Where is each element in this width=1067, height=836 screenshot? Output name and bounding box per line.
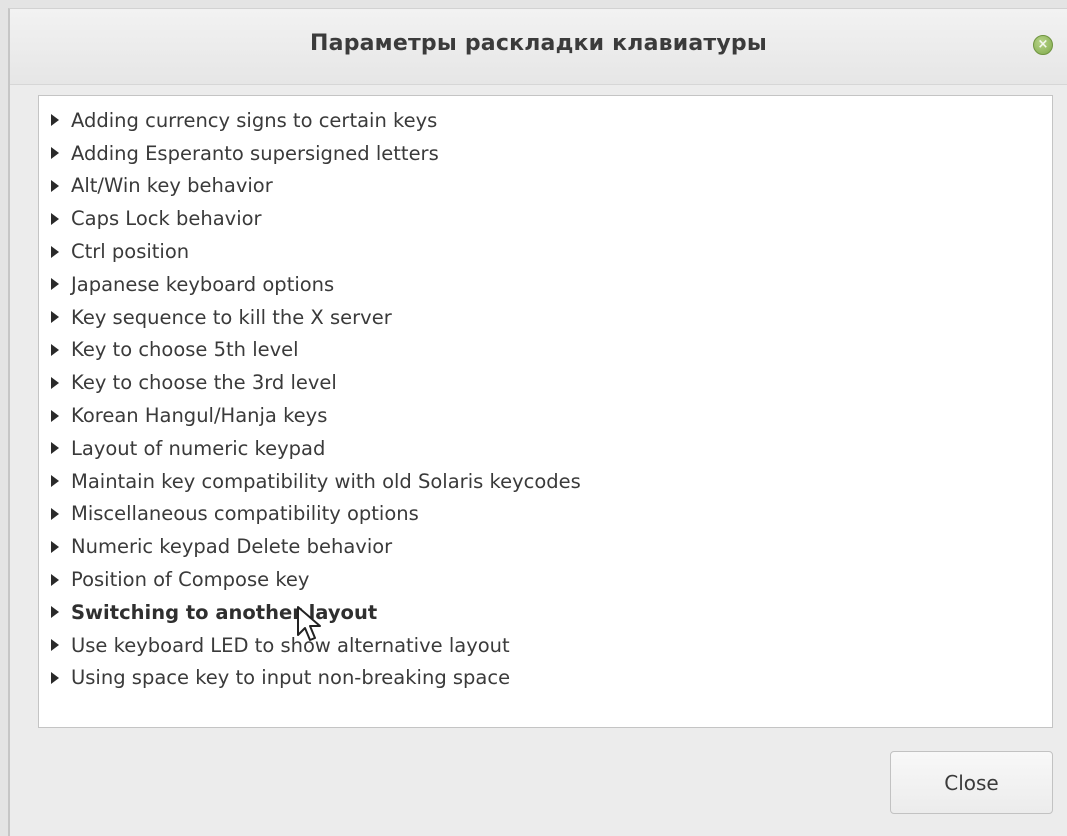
option-label: Japanese keyboard options [71, 272, 335, 296]
option-row[interactable]: Key to choose 5th level [39, 334, 1052, 367]
expander-icon[interactable] [51, 639, 59, 652]
option-label: Numeric keypad Delete behavior [71, 535, 393, 559]
expander-icon[interactable] [51, 212, 59, 225]
option-label: Switching to another layout [71, 600, 378, 624]
option-label: Using space key to input non-breaking sp… [71, 666, 511, 690]
option-row[interactable]: Caps Lock behavior [39, 202, 1052, 235]
screen: Параметры раскладки клавиатуры × Adding … [0, 0, 1067, 836]
option-row[interactable]: Using space key to input non-breaking sp… [39, 662, 1052, 695]
option-label: Key sequence to kill the X server [71, 305, 392, 329]
option-row[interactable]: Korean Hangul/Hanja keys [39, 399, 1052, 432]
option-row[interactable]: Key sequence to kill the X server [39, 301, 1052, 334]
option-label: Miscellaneous compatibility options [71, 502, 419, 526]
close-button[interactable]: Close [890, 751, 1053, 814]
option-row[interactable]: Miscellaneous compatibility options [39, 498, 1052, 531]
expander-icon[interactable] [51, 245, 59, 258]
expander-icon[interactable] [51, 311, 59, 324]
option-row-switching-layout[interactable]: Switching to another layout [39, 596, 1052, 629]
option-row[interactable]: Adding Esperanto supersigned letters [39, 137, 1052, 170]
option-row[interactable]: Numeric keypad Delete behavior [39, 530, 1052, 563]
option-row[interactable]: Position of Compose key [39, 563, 1052, 596]
expander-icon[interactable] [51, 147, 59, 160]
expander-icon[interactable] [51, 343, 59, 356]
expander-icon[interactable] [51, 507, 59, 520]
option-row[interactable]: Alt/Win key behavior [39, 170, 1052, 203]
option-row[interactable]: Layout of numeric keypad [39, 432, 1052, 465]
option-label: Use keyboard LED to show alternative lay… [71, 633, 510, 657]
option-row[interactable]: Maintain key compatibility with old Sola… [39, 465, 1052, 498]
window-close-icon[interactable]: × [1033, 35, 1053, 55]
option-label: Ctrl position [71, 240, 190, 264]
option-row[interactable]: Japanese keyboard options [39, 268, 1052, 301]
option-label: Layout of numeric keypad [71, 436, 326, 460]
expander-icon[interactable] [51, 475, 59, 488]
expander-icon[interactable] [51, 573, 59, 586]
expander-icon[interactable] [51, 606, 59, 619]
expander-icon[interactable] [51, 179, 59, 192]
expander-icon[interactable] [51, 409, 59, 422]
expander-icon[interactable] [51, 114, 59, 127]
option-row[interactable]: Key to choose the 3rd level [39, 366, 1052, 399]
expander-icon[interactable] [51, 442, 59, 455]
expander-icon[interactable] [51, 376, 59, 389]
expander-icon[interactable] [51, 671, 59, 684]
option-label: Adding currency signs to certain keys [71, 108, 438, 132]
options-list: Adding currency signs to certain keys Ad… [39, 104, 1052, 694]
titlebar: Параметры раскладки клавиатуры × [10, 9, 1067, 85]
keyboard-layout-options-dialog: Параметры раскладки клавиатуры × Adding … [8, 8, 1067, 836]
expander-icon[interactable] [51, 540, 59, 553]
option-label: Maintain key compatibility with old Sola… [71, 469, 581, 493]
option-label: Key to choose 5th level [71, 338, 299, 362]
option-row[interactable]: Adding currency signs to certain keys [39, 104, 1052, 137]
option-row[interactable]: Ctrl position [39, 235, 1052, 268]
option-row[interactable]: Use keyboard LED to show alternative lay… [39, 629, 1052, 662]
options-tree[interactable]: Adding currency signs to certain keys Ad… [38, 95, 1053, 728]
option-label: Adding Esperanto supersigned letters [71, 141, 439, 165]
option-label: Key to choose the 3rd level [71, 371, 337, 395]
option-label: Caps Lock behavior [71, 207, 262, 231]
option-label: Korean Hangul/Hanja keys [71, 404, 328, 428]
option-label: Alt/Win key behavior [71, 174, 273, 198]
expander-icon[interactable] [51, 278, 59, 291]
option-label: Position of Compose key [71, 568, 310, 592]
window-title: Параметры раскладки клавиатуры [310, 31, 767, 56]
